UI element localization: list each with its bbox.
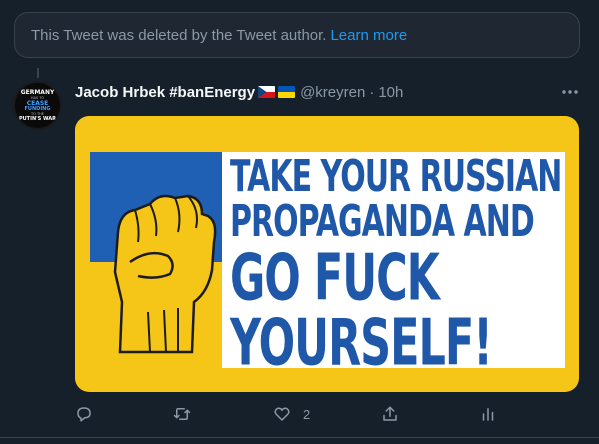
poster: Take your Russian propaganda and go fuck… — [90, 151, 565, 376]
retweet-icon — [173, 408, 191, 420]
ukraine-flag-icon — [278, 86, 296, 98]
deleted-tweet-notice: This Tweet was deleted by the Tweet auth… — [14, 12, 580, 58]
learn-more-link[interactable]: Learn more — [330, 27, 407, 44]
tweet-header: Jacob Hrbek #banEnergy @kreyren · 10h — [75, 82, 403, 102]
thread-connector-line — [37, 68, 39, 78]
reply-icon — [77, 407, 91, 422]
raised-fist-icon — [90, 152, 222, 368]
author-handle[interactable]: @kreyren — [300, 84, 365, 101]
share-icon — [383, 406, 397, 421]
czech-flag-icon — [258, 86, 276, 98]
like-count: 2 — [303, 406, 311, 422]
share-button[interactable] — [381, 402, 399, 426]
heart-icon — [274, 407, 290, 421]
like-button[interactable]: 2 — [273, 402, 310, 426]
separator-dot: · — [369, 83, 375, 101]
tweet-actions: 2 — [72, 402, 502, 426]
slogan-line: Take your Russian — [230, 151, 562, 203]
tweet-image[interactable]: Take your Russian propaganda and go fuck… — [75, 116, 579, 392]
more-dots-icon — [562, 90, 578, 94]
slogan-line: propaganda and — [230, 196, 535, 248]
deleted-notice-text: This Tweet was deleted by the Tweet auth… — [31, 26, 327, 44]
avatar[interactable]: GERMANY HAS TO CEASE FUNDING TO THE PUTI… — [13, 81, 62, 130]
author-name[interactable]: Jacob Hrbek #banEnergy — [75, 84, 255, 101]
tweet-timestamp[interactable]: 10h — [378, 84, 403, 101]
tweet-divider — [0, 437, 599, 438]
reply-button[interactable] — [75, 402, 93, 426]
more-options-button[interactable] — [558, 84, 582, 100]
avatar-text-line: GERMANY — [20, 88, 55, 96]
analytics-icon — [482, 408, 494, 421]
analytics-button[interactable] — [479, 402, 497, 426]
retweet-button[interactable] — [173, 402, 191, 426]
slogan-line: go fuck — [230, 241, 440, 316]
slogan-line: yourself! — [230, 306, 493, 381]
avatar-text-line: PUTIN'S WAR — [18, 115, 57, 122]
poster-slogan: Take your Russian propaganda and go fuck… — [230, 151, 565, 375]
